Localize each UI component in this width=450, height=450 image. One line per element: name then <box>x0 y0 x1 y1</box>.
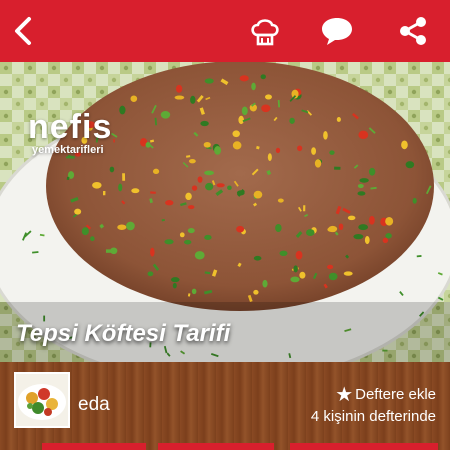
tab-strip-middle <box>158 443 274 450</box>
author-avatar[interactable] <box>14 372 70 428</box>
top-app-bar <box>0 0 450 62</box>
star-icon: ★ <box>335 384 354 406</box>
chef-profile-button[interactable] <box>240 0 290 62</box>
add-to-notebook-label: Deftere ekle <box>355 386 436 403</box>
recipe-photo: nefis yemektarifleri Tepsi Köftesi Tarif… <box>0 62 450 362</box>
notebook-count: 4 kişinin defterinde <box>310 408 436 425</box>
comments-button[interactable] <box>312 0 362 62</box>
share-button[interactable] <box>388 0 438 62</box>
share-icon <box>400 17 426 45</box>
logo-text: nefis <box>28 108 113 146</box>
recipe-title: Tepsi Köftesi Tarifi <box>16 320 231 347</box>
author-name[interactable]: eda <box>78 394 110 416</box>
chef-hat-icon <box>251 19 279 46</box>
add-to-notebook-button[interactable]: ★ Deftere ekle <box>335 382 436 407</box>
brand-logo: nefis yemektarifleri <box>28 110 112 156</box>
speech-bubble-icon <box>322 18 352 45</box>
back-button[interactable] <box>0 0 46 62</box>
tab-strip-left <box>42 443 146 450</box>
chevron-left-icon <box>15 17 31 45</box>
tab-strip-right <box>290 443 438 450</box>
logo-subtext: yemektarifleri <box>32 144 104 156</box>
recipe-info-bar: eda ★ Deftere ekle 4 kişinin defterinde <box>0 362 450 450</box>
